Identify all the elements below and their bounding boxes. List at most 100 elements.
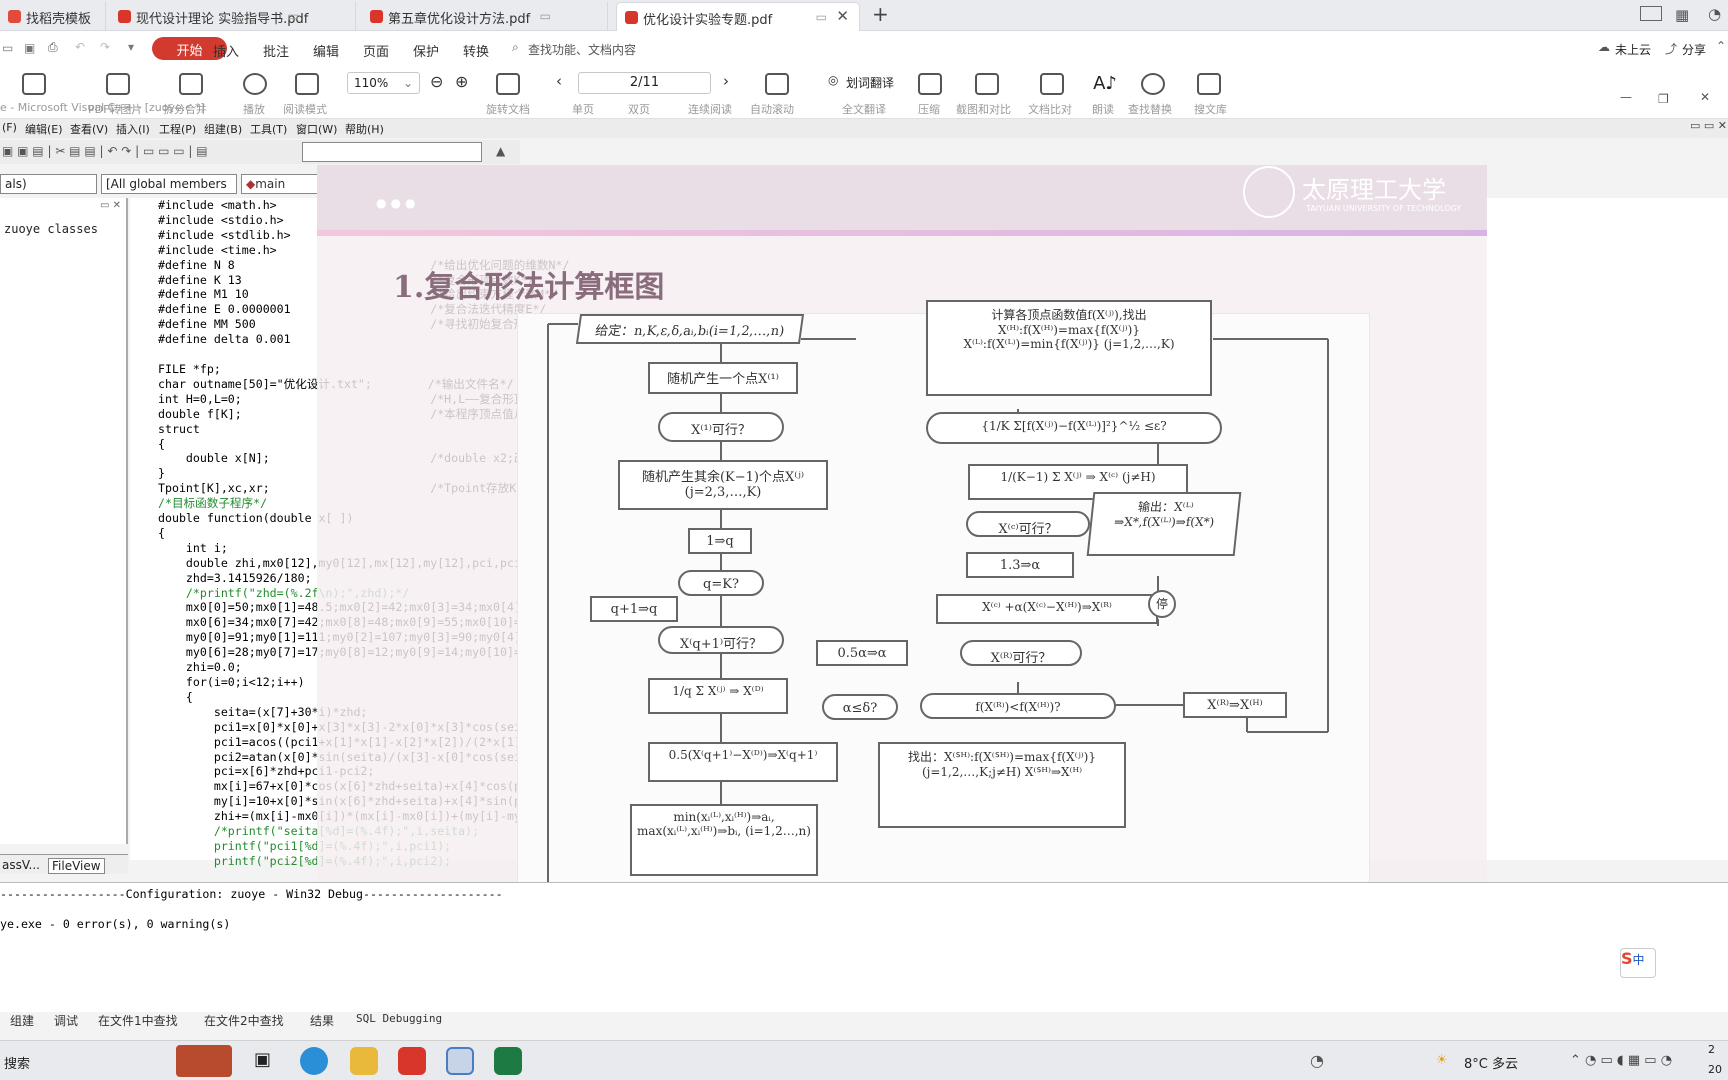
vc-mdi-controls[interactable]: ▭ ▭ ✕ <box>1690 119 1727 132</box>
weather-text[interactable]: 8°C 多云 <box>1464 1053 1518 1072</box>
vc-menu-tools[interactable]: 工具(T) <box>250 121 287 137</box>
tab-preview-icon[interactable]: ▭ <box>540 9 551 23</box>
vc-scope-combo[interactable]: als) <box>0 174 97 194</box>
tab-preview-icon[interactable]: ▭ <box>816 10 827 24</box>
tab-pdf-active[interactable]: 优化设计实验专题.pdf ▭ ✕ <box>616 2 860 31</box>
read-aloud-icon: A♪ <box>1093 73 1117 94</box>
ime-indicator[interactable]: S中 <box>1620 948 1656 978</box>
vc-menu-edit[interactable]: 编辑(E) <box>25 121 63 137</box>
tab-sql-debugging[interactable]: SQL Debugging <box>356 1012 442 1025</box>
clock-time[interactable]: 2 <box>1708 1043 1715 1056</box>
tab-template-store[interactable]: 找稻壳模板 <box>0 2 106 31</box>
task-view-icon[interactable]: ▣ <box>254 1049 271 1070</box>
layout-icon[interactable] <box>1640 6 1662 21</box>
vc-menu-project[interactable]: 工程(P) <box>159 121 196 137</box>
ribbon-label: 阅读模式 <box>283 103 327 116</box>
output-line: ye.exe - 0 error(s), 0 warning(s) <box>0 916 231 931</box>
vc-menu-view[interactable]: 查看(V) <box>70 121 108 137</box>
class-tree-root[interactable]: zuoye classes <box>4 222 98 236</box>
university-logo-text: 太原理工大学 <box>1302 176 1446 204</box>
vc-find-combo[interactable] <box>302 142 482 162</box>
flow-alpha-init: 1.3⇒α <box>966 552 1074 578</box>
workspace-pane: zuoye classes ▭ ✕ assV... FileView <box>0 198 128 874</box>
vc-members-combo[interactable]: [All global members <box>101 174 237 194</box>
menu-row: ▭ ▣ ⎙ ↶ ↷ ▾ 开始 插入 批注 编辑 页面 保护 转换 ⌕ 查找功能、… <box>0 31 1728 67</box>
avatar[interactable]: ◔ <box>1708 5 1721 23</box>
build-output[interactable]: ------------------Configuration: zuoye -… <box>0 882 1728 1012</box>
tab-debug[interactable]: 调试 <box>54 1012 78 1029</box>
tab-classview[interactable]: assV... <box>2 858 40 872</box>
flow-centroid: 1/q Σ X⁽ʲ⁾ ⇒ X⁽ᴰ⁾ <box>648 678 788 714</box>
zoom-out-icon[interactable]: ⊖ <box>430 72 443 91</box>
chevron-down-icon[interactable]: ▾ <box>128 40 134 54</box>
edge-icon[interactable] <box>300 1047 328 1075</box>
menu-protect[interactable]: 保护 <box>413 41 439 60</box>
tab-find1[interactable]: 在文件1中查找 <box>98 1012 178 1029</box>
menu-convert[interactable]: 转换 <box>463 41 489 60</box>
tab-bar: 找稻壳模板 现代设计理论 实验指导书.pdf ▭ 第五章优化设计方法.pdf ▭ 优… <box>0 0 1728 31</box>
menu-page[interactable]: 页面 <box>363 41 389 60</box>
compare-icon <box>1040 73 1064 95</box>
vc-toolbar-icons[interactable]: ▣ ▣ ▤ | ✂ ▤ ▤ | ↶ ↷ | ▭ ▭ ▭ | ▤ <box>2 144 208 158</box>
close-icon[interactable]: ✕ <box>1700 90 1710 104</box>
flow-init-q: 1⇒q <box>688 528 752 554</box>
weather-icon: ☀ <box>1436 1053 1448 1068</box>
flow-compare: f(X⁽ᴿ⁾)<f(X⁽ᴴ⁾)? <box>920 693 1116 719</box>
vc-menu-window[interactable]: 窗口(W) <box>296 121 337 137</box>
taskbar-search[interactable]: 搜索 <box>4 1053 30 1072</box>
taskbar: 搜索 ▣ ◔ ☀ 8°C 多云 ⌃ ◔ ▭ ◖ ▦ ▭ ◔ 2 20 <box>0 1040 1728 1080</box>
restore-icon[interactable]: ❐ <box>1658 92 1669 106</box>
tab-results[interactable]: 结果 <box>310 1012 334 1029</box>
image-icon <box>106 73 130 95</box>
tray-icons[interactable]: ⌃ ◔ ▭ ◖ ▦ ▭ ◔ <box>1570 1053 1672 1068</box>
vc-menu-help[interactable]: 帮助(H) <box>345 121 384 137</box>
tab-fileview[interactable]: FileView <box>48 858 105 874</box>
sogou-icon: S <box>1621 949 1633 968</box>
search-input[interactable]: 查找功能、文档内容 <box>528 41 636 58</box>
folder-icon[interactable]: ▭ <box>2 41 13 55</box>
find-icon[interactable]: ▲ <box>496 144 505 158</box>
weather-app-icon[interactable]: ◔ <box>1310 1051 1324 1070</box>
tab-find2[interactable]: 在文件2中查找 <box>204 1012 284 1029</box>
visual-cpp-icon[interactable] <box>446 1047 474 1075</box>
page-number-input[interactable]: 2/11 <box>578 72 711 94</box>
collapse-icon[interactable]: ⌃ <box>1716 39 1726 53</box>
tab-pdf-chapter5[interactable]: 第五章优化设计方法.pdf ▭ <box>362 2 608 31</box>
cloud-status[interactable]: 未上云 <box>1615 41 1651 58</box>
next-page-icon[interactable]: › <box>723 72 729 90</box>
grid-icon[interactable]: ▦ <box>1675 6 1689 24</box>
search-icon <box>1141 73 1165 95</box>
pdf-icon <box>625 11 638 24</box>
vc-menu-insert[interactable]: 插入(I) <box>116 121 150 137</box>
file-explorer-icon[interactable] <box>350 1047 378 1075</box>
prev-page-icon[interactable]: ‹ <box>556 72 562 90</box>
share-button[interactable]: 分享 <box>1682 41 1706 58</box>
wps-icon[interactable] <box>398 1047 426 1075</box>
redo-icon[interactable]: ↷ <box>100 40 110 54</box>
clock-date[interactable]: 20 <box>1708 1063 1722 1076</box>
word-translate-button[interactable]: 划词翻译 <box>846 74 894 91</box>
menu-edit[interactable]: 编辑 <box>313 41 339 60</box>
new-tab-icon[interactable]: + <box>872 2 889 26</box>
university-seal-icon <box>1243 166 1295 218</box>
flow-q-increment: q+1⇒q <box>590 596 678 622</box>
undo-icon[interactable]: ↶ <box>75 40 85 54</box>
print-icon[interactable]: ⎙ <box>48 40 58 55</box>
close-icon[interactable]: ✕ <box>836 7 849 25</box>
vc-menu-file[interactable]: (F) <box>2 121 17 134</box>
zoom-in-icon[interactable]: ⊕ <box>455 72 468 91</box>
tab-build[interactable]: 组建 <box>10 1012 34 1029</box>
vc-menu-build[interactable]: 组建(B) <box>204 121 242 137</box>
tab-pdf-theory[interactable]: 现代设计理论 实验指导书.pdf ▭ <box>110 2 356 31</box>
menu-insert[interactable]: 插入 <box>213 41 239 60</box>
save-icon[interactable]: ▣ <box>24 41 35 55</box>
minimize-icon[interactable]: — <box>1620 90 1632 104</box>
flow-compute-values: 计算各顶点函数值f(X⁽ʲ⁾),找出 X⁽ᴴ⁾:f(X⁽ᴴ⁾)=max{f(X⁽… <box>926 300 1212 396</box>
page-icon <box>765 73 789 95</box>
pdf-convert-icon <box>22 73 46 95</box>
pane-close-icon[interactable]: ▭ ✕ <box>100 200 121 211</box>
zoom-select[interactable]: 110% ⌄ <box>347 72 420 94</box>
excel-icon[interactable] <box>494 1047 522 1075</box>
menu-annotate[interactable]: 批注 <box>263 41 289 60</box>
tab-preview-icon[interactable]: ▭ <box>288 9 299 23</box>
